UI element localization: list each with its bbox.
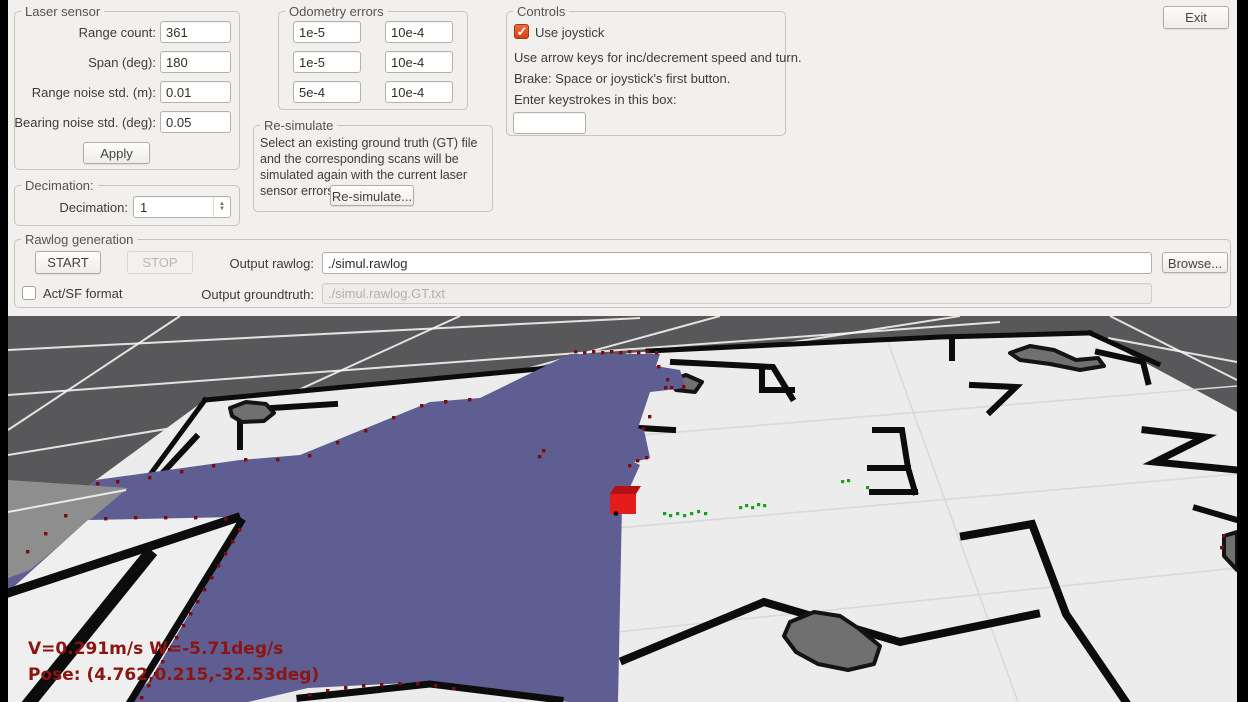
simulator-window: Laser sensor Range count: Span (deg): Ra… (8, 0, 1237, 702)
resimulate-button[interactable]: Re-simulate... (330, 185, 414, 206)
laser-sensor-title: Laser sensor (21, 4, 104, 19)
range-noise-input[interactable] (160, 81, 231, 103)
odometry-errors-title: Odometry errors (285, 4, 388, 19)
decimation-value: 1 (140, 200, 147, 215)
range-count-label: Range count: (8, 25, 156, 40)
use-joystick-label: Use joystick (535, 25, 604, 40)
controls-line2: Brake: Space or joystick's first button. (514, 71, 730, 86)
simulation-3d-viewport[interactable]: V=0.291m/s W=-5.71deg/s Pose: (4.762,0.2… (8, 316, 1237, 702)
odometry-input-r1c2[interactable] (385, 21, 453, 43)
output-rawlog-input[interactable] (322, 252, 1152, 274)
odometry-input-r3c2[interactable] (385, 81, 453, 103)
bearing-noise-input[interactable] (160, 111, 231, 133)
controls-line3: Enter keystrokes in this box: (514, 92, 677, 107)
output-groundtruth-label: Output groundtruth: (164, 287, 314, 302)
use-joystick-checkbox[interactable] (514, 24, 529, 39)
span-label: Span (deg): (8, 55, 156, 70)
gridmap-scene: V=0.291m/s W=-5.71deg/s Pose: (4.762,0.2… (8, 316, 1237, 702)
odometry-input-r2c2[interactable] (385, 51, 453, 73)
actsf-checkbox[interactable] (22, 286, 36, 300)
odometry-input-r3c1[interactable] (293, 81, 361, 103)
apply-button[interactable]: Apply (83, 142, 150, 164)
keystroke-input[interactable] (513, 112, 586, 134)
decimation-label: Decimation: (8, 200, 128, 215)
start-button[interactable]: START (35, 251, 101, 274)
actsf-label: Act/SF format (43, 286, 122, 301)
rawlog-generation-title: Rawlog generation (21, 232, 137, 247)
decimation-spinner[interactable]: 1 ▲ ▼ (133, 196, 231, 218)
output-groundtruth-input (322, 283, 1152, 304)
controls-title: Controls (513, 4, 569, 19)
hud-velocity-text: V=0.291m/s W=-5.71deg/s (28, 639, 283, 659)
range-count-input[interactable] (160, 21, 231, 43)
spinner-down-icon[interactable]: ▼ (219, 207, 225, 212)
odometry-input-r2c1[interactable] (293, 51, 361, 73)
odometry-input-r1c1[interactable] (293, 21, 361, 43)
control-panel: Laser sensor Range count: Span (deg): Ra… (8, 0, 1237, 316)
hud-pose-text: Pose: (4.762,0.215,-32.53deg) (28, 665, 319, 685)
output-rawlog-label: Output rawlog: (194, 256, 314, 271)
stop-button[interactable]: STOP (127, 251, 193, 274)
exit-button[interactable]: Exit (1163, 6, 1229, 29)
span-input[interactable] (160, 51, 231, 73)
controls-line1: Use arrow keys for inc/decrement speed a… (514, 50, 802, 65)
range-noise-label: Range noise std. (m): (8, 85, 156, 100)
screen-left-bar (0, 0, 8, 490)
browse-button[interactable]: Browse... (1162, 252, 1228, 273)
decimation-group-title: Decimation: (21, 178, 98, 193)
resimulate-title: Re-simulate (260, 118, 337, 133)
bearing-noise-label: Bearing noise std. (deg): (8, 115, 156, 130)
